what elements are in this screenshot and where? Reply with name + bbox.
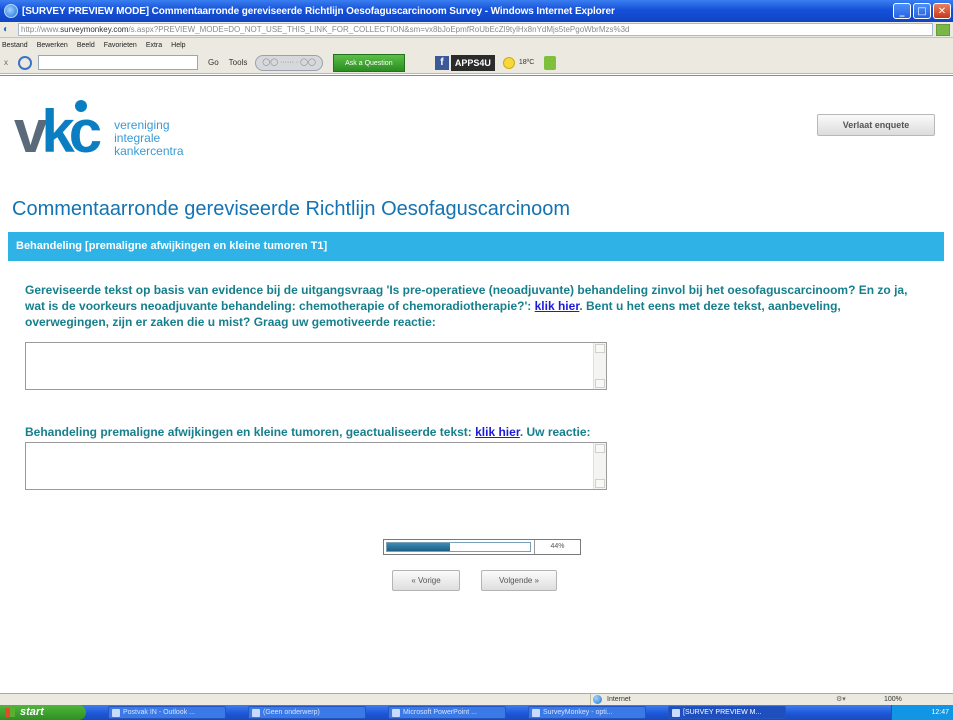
menu-help[interactable]: Help: [171, 42, 185, 49]
logo-letter-v: v: [14, 98, 47, 165]
question-2: Behandeling premaligne afwijkingen en kl…: [25, 424, 925, 440]
toolbar-close-icon[interactable]: x: [4, 58, 14, 67]
toolbar-search-input[interactable]: [38, 55, 198, 70]
scroll-down-icon[interactable]: [595, 479, 605, 488]
menu-beeld[interactable]: Beeld: [77, 42, 95, 49]
taskbar-item-powerpoint[interactable]: Microsoft PowerPoint ...: [388, 706, 506, 719]
menu-bewerken[interactable]: Bewerken: [37, 42, 68, 49]
taskbar-item-surveymonkey[interactable]: SurveyMonkey - opti...: [528, 706, 646, 719]
vikc-logo: vkc vereniging integrale kankercentra: [14, 100, 184, 162]
window-title: [SURVEY PREVIEW MODE] Commentaarronde ge…: [22, 5, 615, 17]
url-path: /s.aspx?PREVIEW_MODE=DO_NOT_USE_THIS_LIN…: [128, 25, 630, 34]
window-title-bar[interactable]: [SURVEY PREVIEW MODE] Commentaarronde ge…: [0, 0, 953, 22]
toolbar-app-icon[interactable]: [544, 55, 557, 70]
minimize-button[interactable]: _: [893, 3, 911, 19]
close-button[interactable]: ✕: [933, 3, 951, 19]
logo-mark: vkc: [14, 100, 102, 162]
toolbar: x Go Tools ◯◯ ······ · ◯◯ Ask a Question…: [0, 52, 953, 74]
toolbar-pill-widget[interactable]: ◯◯ ······ · ◯◯: [255, 54, 323, 71]
survey-title: Commentaarronde gereviseerde Richtlijn O…: [12, 198, 571, 220]
start-label: start: [20, 706, 44, 718]
answer-1-textarea[interactable]: [25, 342, 607, 390]
url-prefix: http://www.: [21, 25, 61, 34]
section-header: Behandeling [premaligne afwijkingen en k…: [8, 232, 944, 261]
internet-explorer-icon: [4, 4, 18, 18]
menu-favorieten[interactable]: Favorieten: [104, 42, 137, 49]
scroll-down-icon[interactable]: [595, 379, 605, 388]
menu-bar: Bestand Bewerken Beeld Favorieten Extra …: [0, 38, 953, 52]
screen: [SURVEY PREVIEW MODE] Commentaarronde ge…: [0, 0, 953, 720]
search-icon[interactable]: [18, 55, 32, 70]
question-2-text-after: . Uw reactie:: [519, 425, 591, 439]
menu-bestand[interactable]: Bestand: [2, 42, 28, 49]
refresh-icon[interactable]: [936, 23, 950, 36]
logo-line-3: kankercentra: [114, 144, 184, 158]
start-button[interactable]: start: [0, 705, 86, 720]
answer-2-scrollbar[interactable]: [593, 443, 606, 489]
tools-menu[interactable]: Tools: [229, 58, 248, 67]
windows-flag-icon: [5, 708, 15, 717]
clock: 12:47: [931, 709, 949, 716]
protected-mode-icon[interactable]: ⚙▾: [836, 694, 846, 705]
taskbar-item-mail[interactable]: (Geen onderwerp): [248, 706, 366, 719]
url-domain: surveymonkey.com: [60, 25, 129, 34]
zone-label: Internet: [607, 696, 631, 703]
answer-1-scrollbar[interactable]: [593, 343, 606, 389]
taskbar-item-outlook[interactable]: Postvak IN - Outlook ...: [108, 706, 226, 719]
menu-extra[interactable]: Extra: [146, 42, 162, 49]
globe-icon: [593, 695, 602, 704]
maximize-button[interactable]: □: [913, 3, 931, 19]
survey-page: vkc vereniging integrale kankercentra Ve…: [0, 75, 953, 693]
question-1-link[interactable]: klik hier: [535, 299, 580, 313]
ask-question-button[interactable]: Ask a Question: [332, 53, 405, 72]
page-icon: ◐: [3, 23, 10, 35]
question-1: Gereviseerde tekst op basis van evidence…: [25, 282, 925, 330]
progress-label: 44%: [534, 540, 580, 554]
facebook-icon[interactable]: f: [434, 55, 449, 70]
answer-2-textarea[interactable]: [25, 442, 607, 490]
previous-button[interactable]: « Vorige: [392, 570, 460, 591]
weather-icon[interactable]: [502, 56, 515, 69]
logo-words: vereniging integrale kankercentra: [114, 119, 183, 160]
progress-fill: [387, 543, 450, 551]
scroll-up-icon[interactable]: [595, 344, 605, 353]
progress-bar: 44%: [383, 539, 581, 555]
status-bar: Internet ⚙▾ 100%: [0, 693, 953, 706]
temperature: 18ºC: [518, 59, 535, 66]
taskbar: start Postvak IN - Outlook ... (Geen ond…: [0, 705, 953, 720]
system-tray: 12:47: [891, 705, 953, 720]
taskbar-item-survey-preview[interactable]: [SURVEY PREVIEW M...: [668, 706, 786, 719]
logo-dot: [75, 100, 87, 112]
progress-track: [386, 542, 531, 552]
question-2-link[interactable]: klik hier: [475, 425, 520, 439]
address-bar: ◐ http://www.surveymonkey.com/s.aspx?PRE…: [0, 22, 953, 38]
apps4u-button[interactable]: APPS4U: [450, 54, 495, 71]
scroll-up-icon[interactable]: [595, 444, 605, 453]
url-field[interactable]: http://www.surveymonkey.com/s.aspx?PREVI…: [18, 23, 933, 36]
question-2-text: Behandeling premaligne afwijkingen en kl…: [25, 425, 476, 439]
next-button[interactable]: Volgende »: [481, 570, 557, 591]
zoom-level[interactable]: 100%: [884, 694, 902, 705]
exit-survey-button[interactable]: Verlaat enquete: [817, 114, 935, 136]
go-button[interactable]: Go: [208, 58, 219, 67]
logo-letters-kc: kc: [41, 98, 102, 165]
